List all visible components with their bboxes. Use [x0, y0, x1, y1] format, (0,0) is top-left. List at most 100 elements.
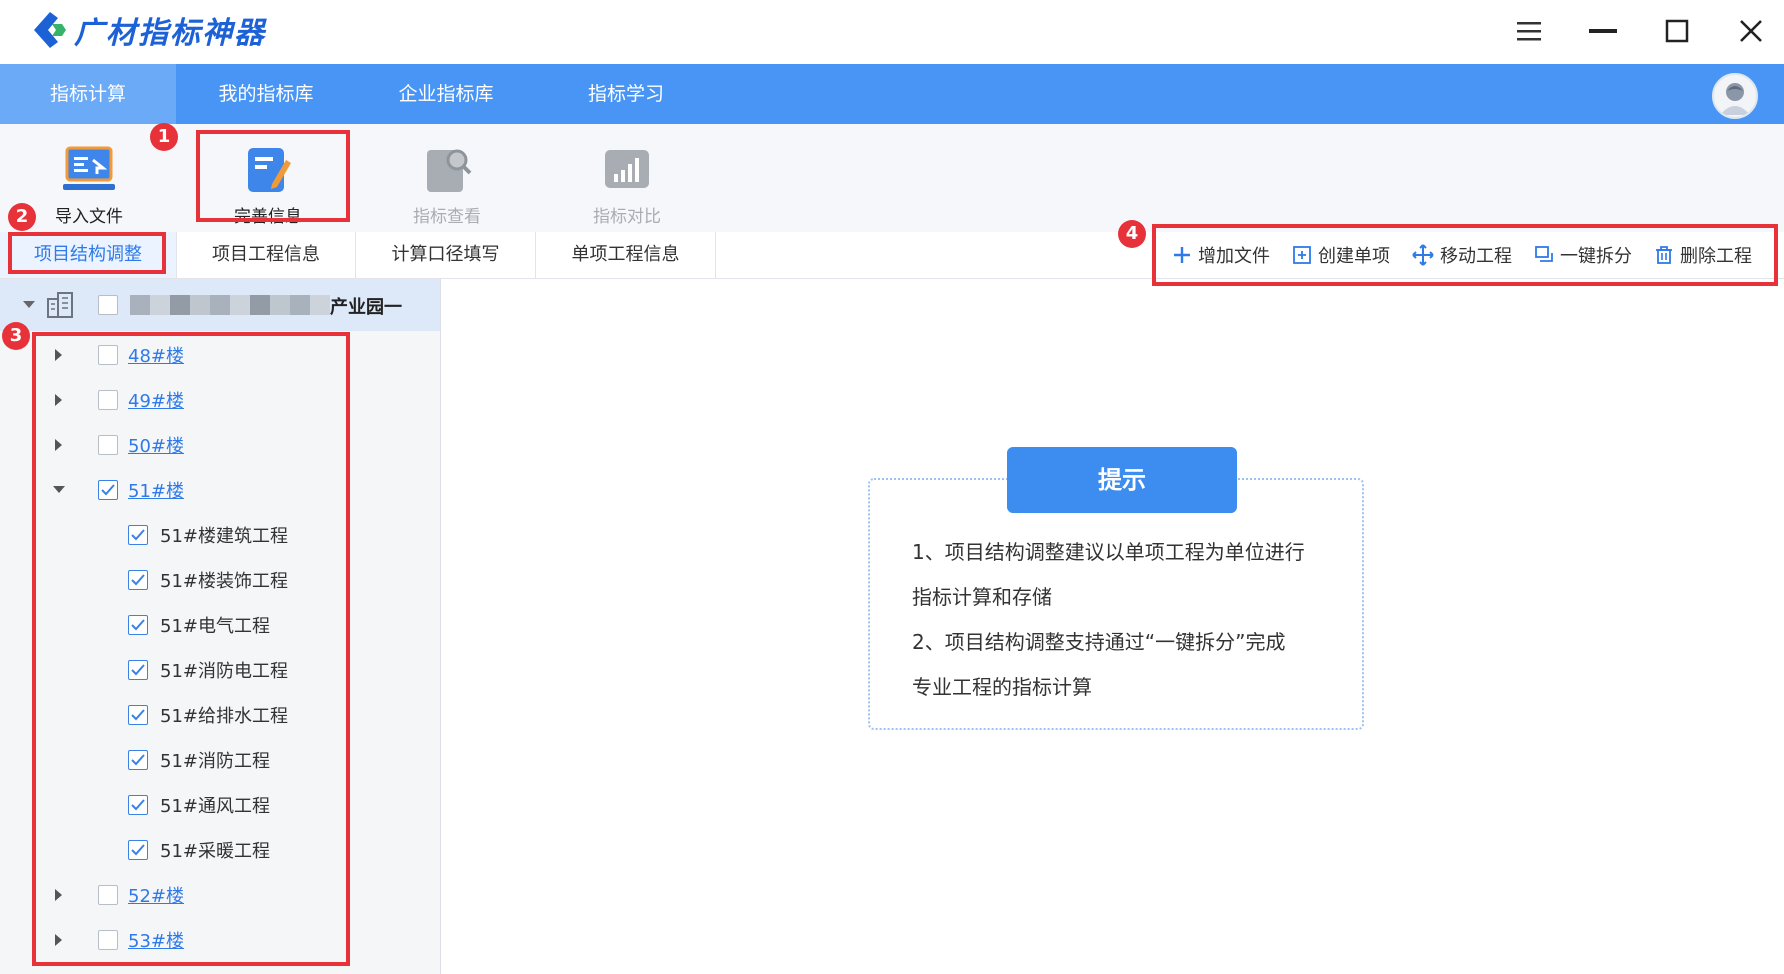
logo-icon — [34, 12, 66, 48]
compare-index-button[interactable]: 指标对比 — [562, 134, 692, 230]
tree-leaf-checkbox[interactable] — [128, 840, 148, 860]
tree-root-checkbox[interactable] — [98, 295, 118, 315]
tree-leaf[interactable]: 51#采暖工程 — [128, 830, 270, 870]
caret-right-icon[interactable] — [52, 348, 66, 362]
create-item-label: 创建单项 — [1318, 246, 1390, 267]
tree-leaf[interactable]: 51#电气工程 — [128, 605, 270, 645]
tree-node-label[interactable]: 51#楼 — [128, 477, 184, 503]
tree-leaf-label[interactable]: 51#楼装饰工程 — [160, 567, 288, 593]
one-click-split-button[interactable]: 一键拆分 — [1534, 242, 1632, 268]
tree-leaf-checkbox[interactable] — [128, 525, 148, 545]
checkmark-icon — [131, 844, 145, 856]
minimize-icon[interactable] — [1580, 8, 1626, 54]
caret-right-icon[interactable] — [52, 438, 66, 452]
hint-title: 提示 — [1007, 447, 1237, 513]
hint-line: 指标计算和存储 — [912, 585, 1052, 609]
tree-node[interactable]: 51#楼 — [0, 470, 440, 510]
tree-node-label[interactable]: 52#楼 — [128, 882, 184, 908]
tree-node-checkbox[interactable] — [98, 480, 118, 500]
tab-structure-adjust[interactable]: 项目结构调整 — [0, 232, 177, 278]
tree-node-label[interactable]: 53#楼 — [128, 927, 184, 953]
tab-single-item-info[interactable]: 单项工程信息 — [536, 232, 716, 278]
tree-leaf-checkbox[interactable] — [128, 705, 148, 725]
add-box-icon — [1293, 246, 1311, 264]
import-file-button[interactable]: 导入文件 — [24, 134, 154, 230]
tree-leaf-checkbox[interactable] — [128, 615, 148, 635]
tree-leaf-label[interactable]: 51#电气工程 — [160, 612, 270, 638]
tree-leaf[interactable]: 51#楼建筑工程 — [128, 515, 288, 555]
trash-icon — [1656, 246, 1672, 264]
tree-leaf[interactable]: 51#楼装饰工程 — [128, 560, 288, 600]
tree-node[interactable]: 50#楼 — [0, 425, 440, 465]
caret-down-icon[interactable] — [22, 298, 36, 312]
tree-node-label[interactable]: 48#楼 — [128, 342, 184, 368]
tree-leaf[interactable]: 51#消防工程 — [128, 740, 270, 780]
tree-leaf-checkbox[interactable] — [128, 570, 148, 590]
checkmark-icon — [101, 484, 115, 496]
tree-leaf-label[interactable]: 51#通风工程 — [160, 792, 270, 818]
delete-project-label: 删除工程 — [1680, 246, 1752, 267]
tab-calc-scope[interactable]: 计算口径填写 — [356, 232, 536, 278]
tree-leaf-label[interactable]: 51#给排水工程 — [160, 702, 288, 728]
maximize-icon[interactable] — [1654, 8, 1700, 54]
view-index-icon — [427, 149, 472, 192]
caret-right-icon[interactable] — [52, 888, 66, 902]
nav-tab-learning[interactable]: 指标学习 — [536, 64, 716, 124]
hint-line: 专业工程的指标计算 — [912, 675, 1092, 699]
caret-right-icon[interactable] — [52, 393, 66, 407]
view-index-button[interactable]: 指标查看 — [382, 134, 512, 230]
tree-node-checkbox[interactable] — [98, 885, 118, 905]
nav-tab-index-calc[interactable]: 指标计算 — [0, 64, 176, 124]
tree-node[interactable]: 52#楼 — [0, 875, 440, 915]
redacted-text — [130, 295, 330, 315]
tree-leaf-checkbox[interactable] — [128, 660, 148, 680]
tree-node[interactable]: 53#楼 — [0, 920, 440, 960]
tree-node-checkbox[interactable] — [98, 345, 118, 365]
user-avatar[interactable] — [1712, 73, 1758, 119]
tree-leaf-label[interactable]: 51#楼建筑工程 — [160, 522, 288, 548]
tree-node-checkbox[interactable] — [98, 435, 118, 455]
tree-leaf[interactable]: 51#通风工程 — [128, 785, 270, 825]
tree-leaf-label[interactable]: 51#消防电工程 — [160, 657, 288, 683]
tree-node-label[interactable]: 50#楼 — [128, 432, 184, 458]
checkmark-icon — [131, 754, 145, 766]
menu-icon[interactable] — [1506, 8, 1552, 54]
tree-node-checkbox[interactable] — [98, 930, 118, 950]
caret-right-icon[interactable] — [52, 933, 66, 947]
hint-text: 1、项目结构调整建议以单项工程为单位进行 指标计算和存储 2、项目结构调整支持通… — [912, 530, 1342, 710]
tree-leaf-label[interactable]: 51#消防工程 — [160, 747, 270, 773]
checkmark-icon — [131, 574, 145, 586]
caret-down-icon[interactable] — [52, 483, 66, 497]
annotation-badge-4: 4 — [1118, 220, 1146, 248]
complete-info-button[interactable]: 完善信息 — [203, 134, 333, 230]
move-project-label: 移动工程 — [1440, 246, 1512, 267]
main-nav: 指标计算 我的指标库 企业指标库 指标学习 — [0, 64, 1784, 124]
delete-project-button[interactable]: 删除工程 — [1654, 242, 1752, 268]
tree-leaf-checkbox[interactable] — [128, 795, 148, 815]
tree-leaf-label[interactable]: 51#采暖工程 — [160, 837, 270, 863]
add-file-label: 增加文件 — [1198, 246, 1270, 267]
toolbar: 导入文件 完善信息 指标查看 指标对比 — [0, 124, 1784, 233]
tree-node[interactable]: 48#楼 — [0, 335, 440, 375]
checkmark-icon — [131, 709, 145, 721]
annotation-badge-3: 3 — [2, 322, 30, 350]
tree-node-checkbox[interactable] — [98, 390, 118, 410]
tree-leaf[interactable]: 51#给排水工程 — [128, 695, 288, 735]
tree-leaf[interactable]: 51#消防电工程 — [128, 650, 288, 690]
tab-project-info[interactable]: 项目工程信息 — [177, 232, 356, 278]
tree-node[interactable]: 49#楼 — [0, 380, 440, 420]
checkmark-icon — [131, 619, 145, 631]
app-logo: 广材指标神器 — [28, 8, 266, 52]
tree-leaf-checkbox[interactable] — [128, 750, 148, 770]
close-icon[interactable] — [1728, 8, 1774, 54]
tree-node-label[interactable]: 49#楼 — [128, 387, 184, 413]
nav-tab-enterprise-library[interactable]: 企业指标库 — [356, 64, 536, 124]
compare-index-label: 指标对比 — [593, 207, 661, 227]
add-file-button[interactable]: 增加文件 — [1172, 242, 1270, 268]
tree-root-row[interactable]: 产业园一 — [0, 279, 440, 331]
annotation-badge-1: 1 — [150, 123, 178, 151]
move-project-button[interactable]: 移动工程 — [1412, 242, 1512, 268]
user-icon — [1720, 83, 1750, 115]
nav-tab-my-library[interactable]: 我的指标库 — [176, 64, 356, 124]
create-item-button[interactable]: 创建单项 — [1292, 242, 1390, 268]
